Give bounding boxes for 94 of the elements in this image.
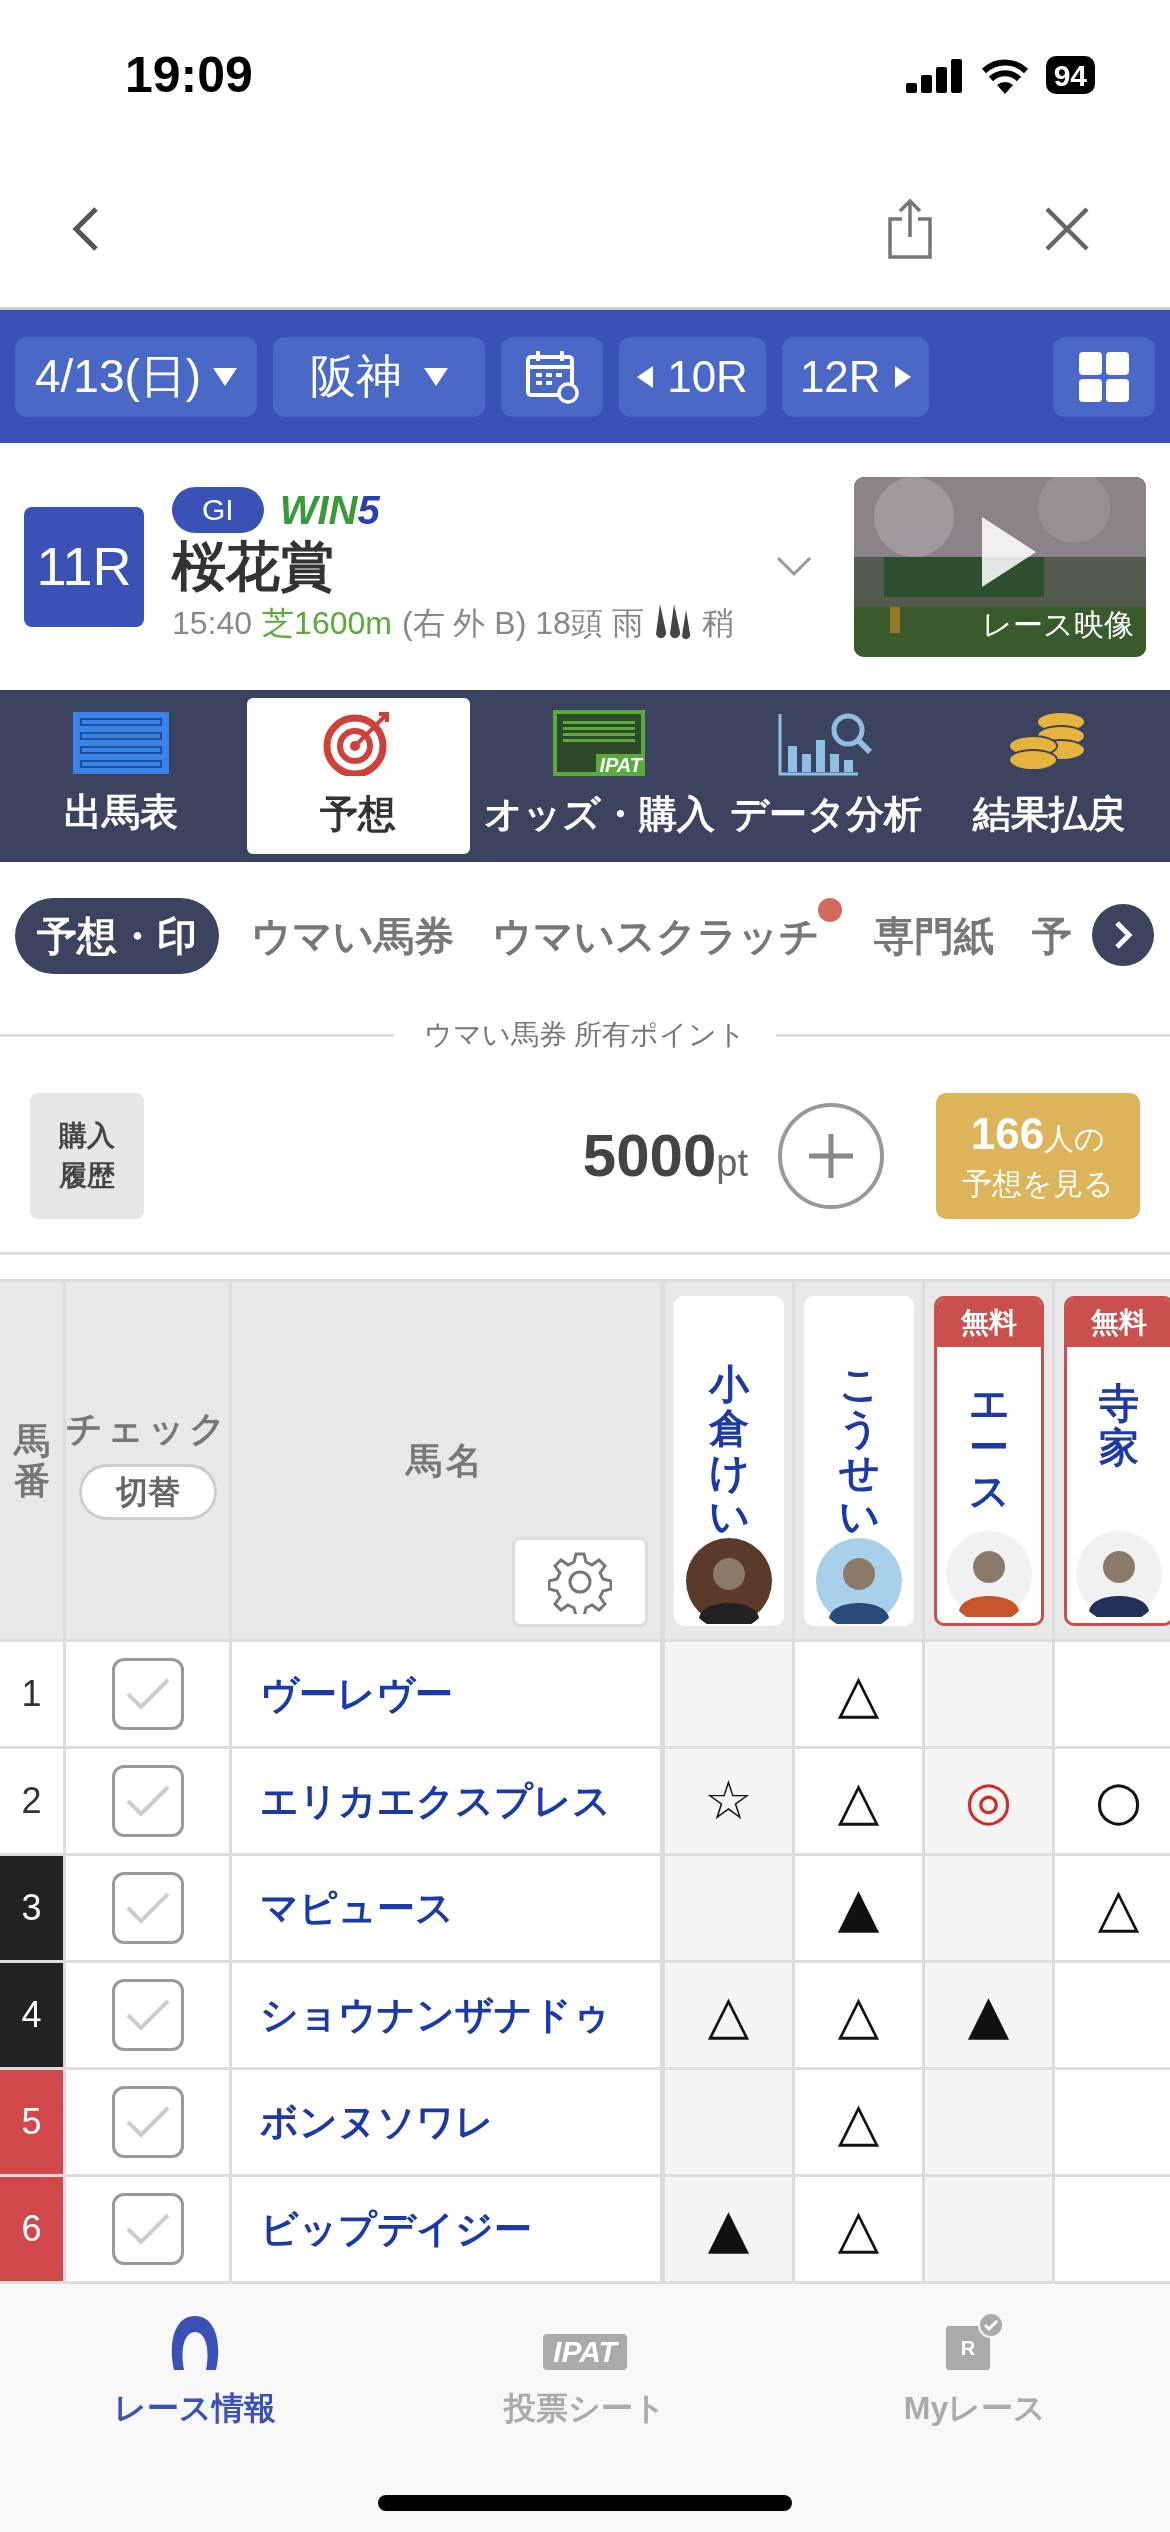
main-tab[interactable]: 予想: [246, 698, 470, 854]
free-label: 無料: [1066, 1298, 1170, 1347]
table-icon: [73, 711, 170, 774]
check-icon: [124, 2211, 171, 2247]
signal-icon: [905, 57, 964, 93]
calendar-icon: [524, 348, 581, 405]
check-icon: [124, 1890, 171, 1926]
checkbox[interactable]: [111, 2086, 184, 2158]
chevron-down-icon[interactable]: [776, 555, 812, 578]
back-icon[interactable]: [70, 204, 100, 253]
race-video-thumbnail[interactable]: レース映像: [854, 476, 1146, 657]
previous-race-button[interactable]: 10R: [619, 336, 766, 417]
bottom-nav-item[interactable]: レース情報: [0, 2312, 390, 2432]
predictor-card[interactable]: こうせい: [803, 1295, 914, 1626]
grid-menu-button[interactable]: [1053, 336, 1155, 417]
sub-tab[interactable]: ウマい馬券: [245, 898, 460, 974]
ipat-icon: IPAT: [543, 2334, 627, 2370]
settings-button[interactable]: [512, 1537, 648, 1627]
venue-dropdown[interactable]: 阪神: [273, 336, 486, 417]
grid-icon: [1079, 351, 1129, 402]
prediction-cell: △: [665, 1963, 795, 2067]
next-race-button[interactable]: 12R: [781, 336, 929, 417]
settings-icon: [548, 1550, 612, 1614]
caret-icon: [213, 367, 238, 386]
check-icon: [124, 2104, 171, 2140]
free-label: 無料: [936, 1298, 1041, 1347]
close-icon[interactable]: [1044, 205, 1090, 252]
plus-icon: [806, 1131, 856, 1181]
sub-tab[interactable]: 予想・印: [15, 898, 219, 974]
main-tab[interactable]: 出馬表: [10, 698, 233, 854]
chevron-right-icon: [1113, 920, 1133, 950]
name-header: 馬名: [406, 1438, 486, 1483]
horse-number: 4: [0, 1963, 66, 2067]
prediction-cell: ▲: [925, 1963, 1055, 2067]
checkbox[interactable]: [111, 1979, 184, 2051]
race-title: 桜花賞: [172, 534, 335, 598]
horseshoe-icon: [170, 2314, 220, 2370]
horse-name[interactable]: ショウナンザナドゥ: [260, 1986, 611, 2044]
predictor-name: エース: [968, 1380, 1009, 1513]
horse-name[interactable]: ボンヌソワレ: [260, 2093, 494, 2151]
prediction-cell: ◎: [925, 1749, 1055, 1853]
race-details: (右 外 B) 18頭 雨: [401, 603, 644, 643]
share-icon[interactable]: [886, 198, 934, 259]
prediction-cell: ☆: [665, 1749, 795, 1853]
horse-name[interactable]: ビップデイジー: [260, 2200, 532, 2258]
main-tab[interactable]: 結果払戻: [937, 698, 1160, 854]
caret-icon: [637, 365, 654, 388]
checkbox[interactable]: [111, 1765, 184, 1837]
checkbox[interactable]: [111, 1872, 184, 1944]
predictor-card[interactable]: 小倉けい: [673, 1295, 784, 1626]
horse-name[interactable]: ヴーレヴー: [260, 1665, 453, 1723]
play-icon: [982, 516, 1036, 587]
predictor-card[interactable]: 無料 寺家: [1063, 1295, 1170, 1626]
calendar-button[interactable]: [501, 336, 604, 417]
toggle-button[interactable]: 切替: [78, 1463, 217, 1520]
add-points-button[interactable]: [778, 1103, 884, 1209]
date-dropdown[interactable]: 4/13(日): [15, 336, 258, 417]
video-label: レース映像: [982, 606, 1134, 643]
caret-icon: [424, 367, 449, 386]
status-time: 19:09: [125, 45, 253, 105]
horse-number: 5: [0, 2070, 66, 2174]
sub-tab[interactable]: 予: [1026, 898, 1078, 974]
points-caption: ウマい馬券 所有ポイント: [423, 1018, 747, 1052]
horse-number: 3: [0, 1856, 66, 1960]
race-number: 11R: [24, 506, 144, 627]
predictor-name: 寺家: [1098, 1380, 1139, 1469]
predictor-name: 小倉けい: [708, 1361, 749, 1538]
main-tab[interactable]: IPAT オッズ・購入: [483, 698, 715, 854]
check-header: チェック: [65, 1406, 230, 1451]
predictor-card[interactable]: 無料 エース: [933, 1295, 1044, 1626]
check-icon: [124, 1676, 171, 1712]
ipat-icon: IPAT: [553, 709, 645, 776]
main-tab[interactable]: データ分析: [714, 698, 938, 854]
grade-badge: GI: [172, 486, 264, 533]
horse-number: 6: [0, 2177, 66, 2281]
check-icon: [124, 1997, 171, 2033]
horse-name[interactable]: エリカエクスプレス: [260, 1772, 611, 1830]
win5-logo: WIN5: [279, 486, 380, 533]
going: 稍: [701, 603, 734, 643]
checkbox[interactable]: [111, 2193, 184, 2265]
course-distance: 芝1600m: [262, 603, 392, 643]
start-time: 15:40: [172, 603, 253, 643]
sub-tab[interactable]: ウマいスクラッチ: [486, 898, 842, 974]
horse-name[interactable]: マピュース: [260, 1879, 454, 1937]
caret-icon: [894, 365, 911, 388]
purchase-history-button[interactable]: 購入履歴: [30, 1093, 144, 1219]
sub-tab[interactable]: 専門紙: [868, 898, 1000, 974]
predictor-name: こうせい: [838, 1361, 879, 1538]
wifi-icon: [979, 56, 1030, 94]
battery-icon: 94: [1045, 56, 1095, 94]
check-icon: [124, 1783, 171, 1819]
points-balance: 5000pt: [582, 1121, 748, 1191]
checkbox[interactable]: [111, 1658, 184, 1730]
prediction-cell: ▲: [665, 2177, 795, 2281]
